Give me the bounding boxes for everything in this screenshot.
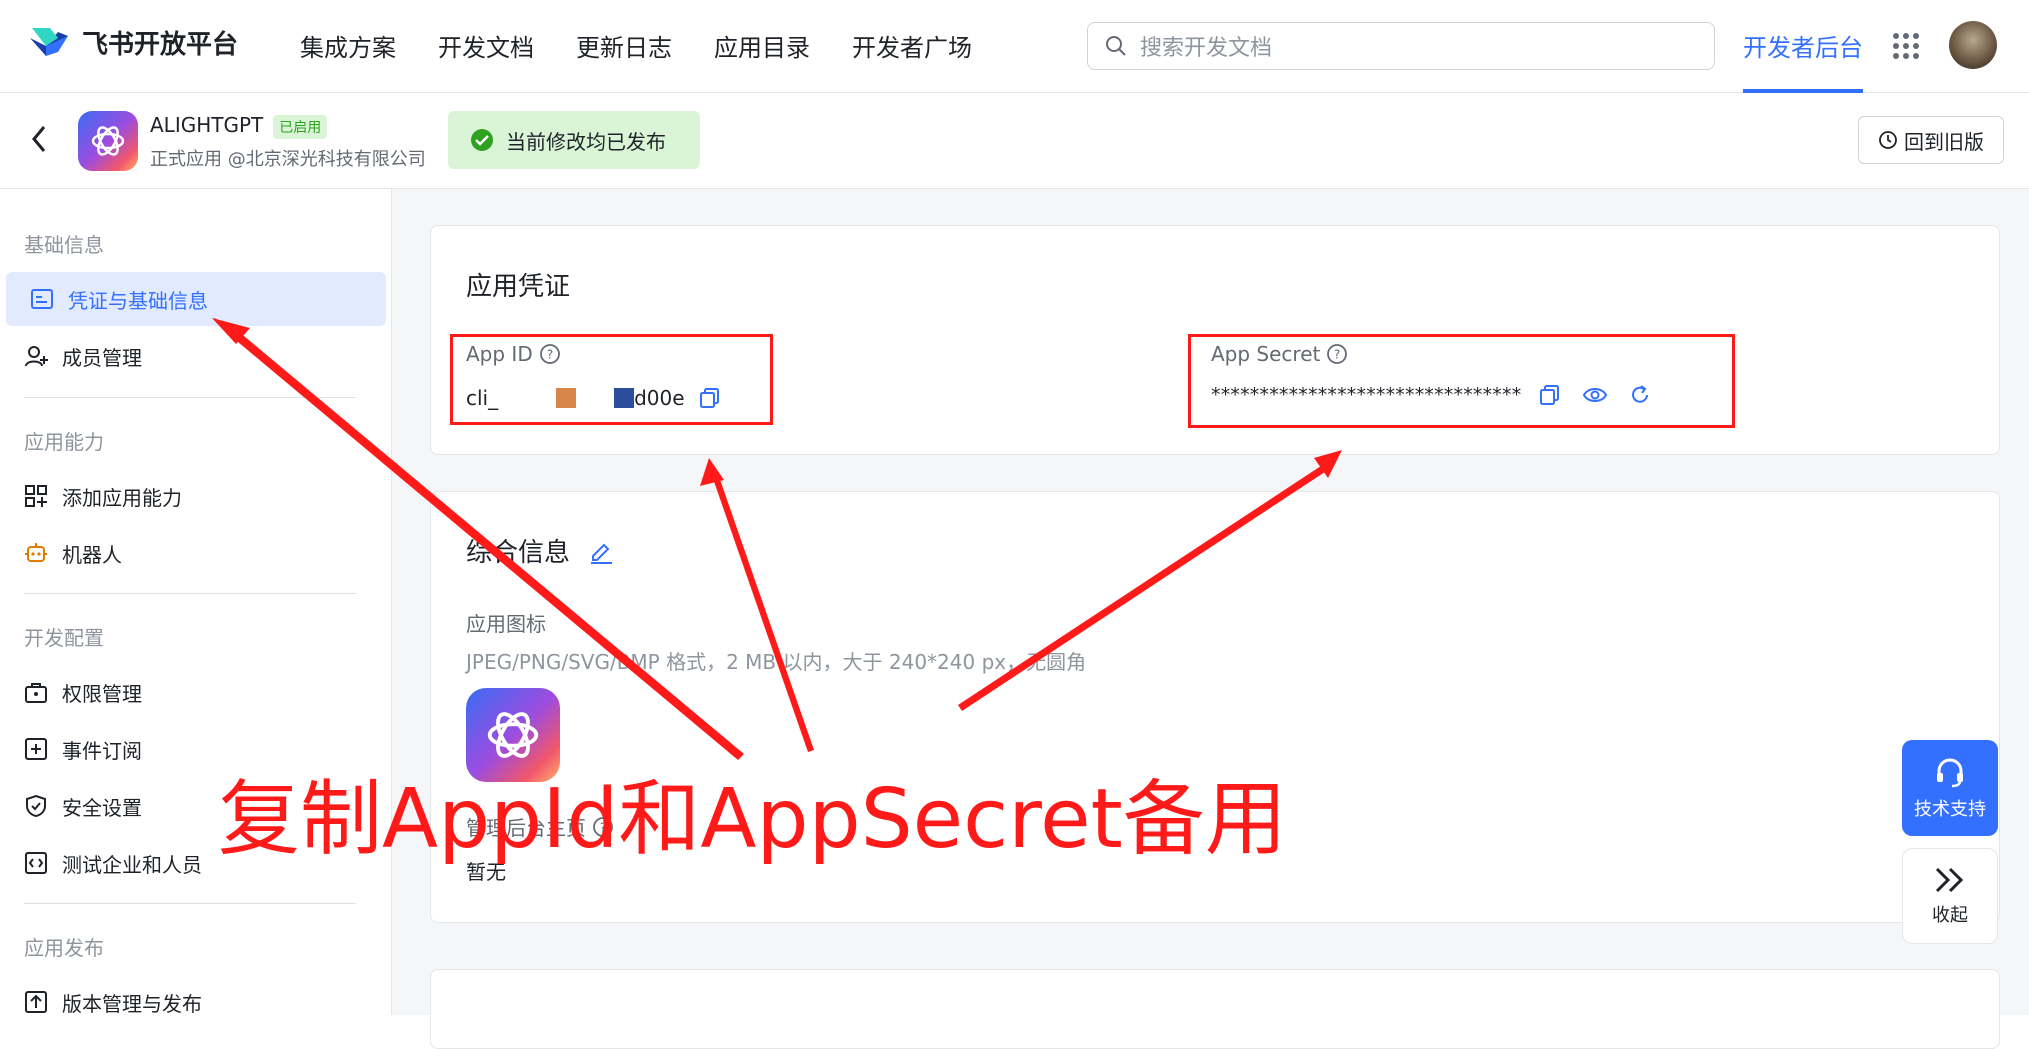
code-icon — [25, 852, 47, 874]
app-secret-highlight — [1188, 334, 1735, 428]
sidebar-item-label: 版本管理与发布 — [62, 991, 202, 1016]
search-placeholder: 搜索开发文档 — [1140, 36, 1273, 61]
nav-changelog[interactable]: 更新日志 — [576, 28, 672, 63]
sidebar-item-label: 机器人 — [62, 542, 122, 567]
publish-status-banner: 当前修改均已发布 — [448, 111, 700, 169]
feishu-logo[interactable]: 飞书开放平台 — [28, 24, 238, 61]
edit-icon[interactable] — [588, 538, 614, 564]
sidebar-item-label: 成员管理 — [62, 345, 142, 370]
sidebar-item-bot[interactable]: 机器人 — [0, 526, 380, 580]
event-add-icon — [25, 738, 47, 760]
app-header-bar: ALIGHTGPT 已启用 正式应用 @北京深光科技有限公司 当前修改均已发布 回… — [0, 93, 2029, 189]
sidebar-item-credentials[interactable]: 凭证与基础信息 — [6, 272, 386, 326]
nav-docs[interactable]: 开发文档 — [438, 28, 534, 63]
annotation-text: 复制AppId和AppSecret备用 — [218, 772, 1287, 867]
next-card — [430, 969, 2000, 1049]
sidebar-section-dev-config: 开发配置 — [24, 626, 104, 650]
icon-label: 应用图标 — [466, 612, 546, 636]
apps-add-icon — [25, 485, 47, 507]
old-version-button[interactable]: 回到旧版 — [1858, 116, 2004, 164]
app-name-text: ALIGHTGPT — [150, 113, 264, 137]
app-icon — [78, 111, 138, 171]
back-arrow-icon[interactable] — [28, 123, 50, 155]
top-bar: 飞书开放平台 集成方案 开发文档 更新日志 应用目录 开发者广场 搜索开发文档 … — [0, 0, 2029, 93]
shield-icon — [26, 794, 46, 818]
sidebar-item-versions[interactable]: 版本管理与发布 — [0, 975, 380, 1029]
user-avatar[interactable] — [1949, 21, 1997, 69]
icon-hint: JPEG/PNG/SVG/BMP 格式，2 MB 以内，大于 240*240 p… — [466, 650, 1087, 674]
collapse-label: 收起 — [1932, 905, 1968, 926]
main-content: 应用凭证 App ID ? cli_ d00e App Secret ? ***… — [392, 189, 2029, 1049]
history-icon — [1879, 131, 1897, 149]
headset-icon — [1937, 758, 1963, 788]
sidebar-item-label: 测试企业和人员 — [62, 852, 202, 877]
openai-logo-icon — [91, 126, 125, 156]
credentials-title: 应用凭证 — [466, 272, 571, 302]
old-version-label: 回到旧版 — [1904, 129, 1984, 154]
sidebar-item-label: 添加应用能力 — [62, 485, 182, 510]
sidebar-divider — [24, 397, 356, 398]
sidebar-item-add-capability[interactable]: 添加应用能力 — [0, 469, 380, 523]
lock-bag-icon — [25, 683, 47, 703]
top-nav: 集成方案 开发文档 更新日志 应用目录 开发者广场 — [300, 28, 1014, 63]
app-name: ALIGHTGPT 已启用 — [150, 113, 328, 139]
dev-console-link[interactable]: 开发者后台 — [1743, 28, 1863, 63]
upload-icon — [25, 991, 47, 1013]
app-org: 正式应用 @北京深光科技有限公司 — [150, 149, 426, 170]
tech-support-button[interactable]: 技术支持 — [1902, 740, 1998, 836]
collapse-button[interactable]: 收起 — [1902, 848, 1998, 944]
sidebar-item-members[interactable]: 成员管理 — [0, 329, 380, 383]
sidebar-item-label: 安全设置 — [62, 795, 142, 820]
feishu-logo-icon — [30, 27, 68, 56]
status-badge: 已启用 — [273, 114, 328, 139]
sidebar-item-label: 凭证与基础信息 — [68, 288, 208, 313]
nav-solutions[interactable]: 集成方案 — [300, 28, 396, 63]
double-chevron-right-icon — [1935, 867, 1964, 893]
sidebar-section-capability: 应用能力 — [24, 430, 104, 454]
search-icon — [1106, 36, 1126, 56]
sidebar-item-label: 权限管理 — [62, 681, 142, 706]
add-user-icon — [25, 346, 48, 367]
sidebar-item-permissions[interactable]: 权限管理 — [0, 665, 380, 719]
logo-text: 飞书开放平台 — [82, 30, 239, 60]
app-id-highlight — [450, 334, 773, 425]
nav-dev-plaza[interactable]: 开发者广场 — [852, 28, 972, 63]
sidebar-section-basic: 基础信息 — [24, 233, 104, 257]
tech-support-label: 技术支持 — [1914, 799, 1986, 820]
search-input[interactable]: 搜索开发文档 — [1087, 22, 1715, 70]
sidebar: 基础信息 凭证与基础信息 成员管理 应用能力 添加应用能力 机器人 开发配置 权… — [0, 189, 392, 1016]
id-card-icon — [31, 289, 53, 309]
app-grid-icon[interactable] — [1892, 32, 1920, 60]
robot-icon — [25, 543, 47, 562]
general-title: 综合信息 — [466, 532, 614, 569]
sidebar-section-release: 应用发布 — [24, 936, 104, 960]
general-title-text: 综合信息 — [466, 538, 571, 568]
sidebar-divider — [24, 903, 356, 904]
nav-app-directory[interactable]: 应用目录 — [714, 28, 810, 63]
sidebar-divider — [24, 593, 356, 594]
publish-status-text: 当前修改均已发布 — [506, 129, 666, 154]
sidebar-item-label: 事件订阅 — [62, 738, 142, 763]
check-circle-icon — [471, 129, 493, 151]
